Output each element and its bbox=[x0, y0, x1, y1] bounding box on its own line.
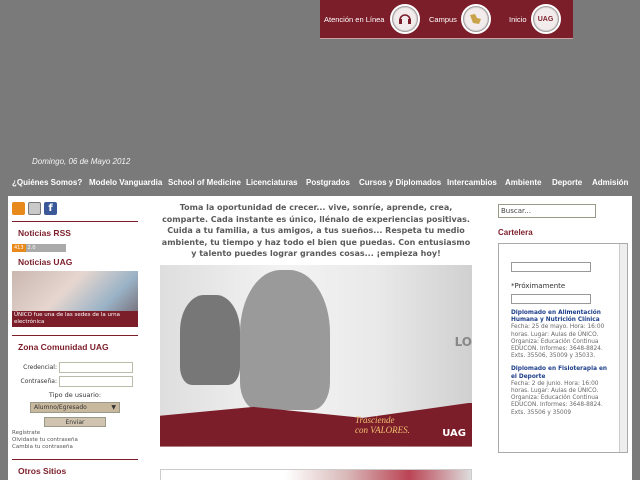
menu-ambiente[interactable]: Ambiente bbox=[505, 178, 541, 187]
facebook-icon[interactable]: f bbox=[44, 202, 57, 215]
inicio-link[interactable]: Inicio UAG bbox=[509, 4, 561, 34]
otros-sitios-title: Otros Sitios bbox=[18, 466, 67, 476]
event-title[interactable]: Diplomado en Fisioterapia en el Deporte bbox=[511, 366, 613, 380]
menu-cursos-diplomados[interactable]: Cursos y Diplomados bbox=[359, 178, 441, 187]
menu-modelo-vanguardia[interactable]: Modelo Vanguardia bbox=[89, 178, 162, 187]
chevron-down-icon: ▼ bbox=[111, 404, 116, 411]
cartelera-box: *Próximamente Diplomado en Alimentación … bbox=[498, 243, 628, 453]
divider bbox=[12, 459, 138, 460]
person-image bbox=[180, 294, 240, 385]
contrasena-input[interactable] bbox=[59, 376, 133, 387]
campus-link[interactable]: Campus bbox=[429, 4, 491, 34]
left-sidebar: f Noticias RSS 413 2.0 Noticias UAG ÚNIC… bbox=[12, 202, 138, 476]
event-body: Fecha: 2 de junio. Hora: 16:00 horas. Lu… bbox=[511, 380, 603, 416]
top-navigation-bar: Atención en Línea Campus Inicio UAG bbox=[320, 0, 573, 39]
credencial-input[interactable] bbox=[59, 362, 133, 373]
tipo-usuario-label: Tipo de usuario: bbox=[48, 391, 102, 399]
intro-text: Toma la oportunidad de crecer... vive, s… bbox=[161, 203, 471, 258]
tipo-usuario-select[interactable]: Alumno/Egresado ▼ bbox=[30, 402, 120, 413]
divider bbox=[12, 335, 138, 336]
atencion-en-linea-link[interactable]: Atención en Línea bbox=[324, 4, 421, 34]
menu-licenciaturas[interactable]: Licenciaturas bbox=[246, 178, 298, 187]
event-title[interactable]: Diplomado en Alimentación Humana y Nutri… bbox=[511, 310, 613, 324]
main-content: Toma la oportunidad de crecer... vive, s… bbox=[160, 202, 472, 480]
enviar-button[interactable]: Enviar bbox=[44, 417, 106, 427]
youtube-icon[interactable] bbox=[28, 202, 41, 215]
news-caption: ÚNICO fue una de las sedes de la urna el… bbox=[12, 311, 138, 327]
menu-school-of-medicine[interactable]: School of Medicine bbox=[168, 178, 241, 187]
main-menu: ¿Quiénes Somos? Modelo Vanguardia School… bbox=[0, 174, 640, 192]
current-date: Domingo, 06 de Mayo 2012 bbox=[32, 157, 131, 166]
social-icons: f bbox=[12, 202, 138, 215]
event-body: Fecha: 25 de mayo. Hora: 16:00 horas. Lu… bbox=[511, 324, 605, 360]
banner-tagline: Trasciende con VALORES. bbox=[355, 415, 410, 435]
rss-badge-left: 413 bbox=[12, 244, 26, 252]
rss-icon[interactable] bbox=[12, 202, 25, 215]
menu-quienes-somos[interactable]: ¿Quiénes Somos? bbox=[12, 178, 82, 187]
contrasena-label: Contraseña: bbox=[20, 378, 57, 385]
registrate-link[interactable]: Regístrate bbox=[12, 430, 138, 437]
menu-intercambios[interactable]: Intercambios bbox=[447, 178, 497, 187]
image-placeholder-icon bbox=[511, 294, 591, 304]
event-item[interactable]: Diplomado en Fisioterapia en el Deporte … bbox=[511, 366, 613, 416]
account-links: Regístrate Olvidaste tu contraseña Cambi… bbox=[12, 430, 138, 451]
right-sidebar: Buscar... Cartelera *Próximamente Diplom… bbox=[498, 204, 628, 453]
credencial-row: Credencial: bbox=[12, 362, 138, 373]
secondary-banner[interactable] bbox=[160, 468, 472, 480]
rss-badge-right: 2.0 bbox=[25, 244, 66, 252]
noticias-rss-title: Noticias RSS bbox=[18, 228, 71, 238]
news-image[interactable]: ÚNICO fue una de las sedes de la urna el… bbox=[12, 271, 138, 327]
atencion-label: Atención en Línea bbox=[324, 14, 385, 24]
cartelera-title: Cartelera bbox=[498, 228, 533, 237]
zona-comunidad-title: Zona Comunidad UAG bbox=[18, 342, 109, 352]
rss-feed-badge[interactable]: 413 2.0 bbox=[12, 244, 138, 252]
person-image bbox=[240, 269, 330, 410]
credencial-label: Credencial: bbox=[23, 364, 57, 371]
menu-postgrados[interactable]: Postgrados bbox=[306, 178, 350, 187]
noticias-uag-title: Noticias UAG bbox=[18, 257, 73, 267]
proximamente-label: *Próximamente bbox=[511, 282, 566, 290]
uag-logo: UAG bbox=[442, 427, 466, 439]
menu-admision[interactable]: Admisión bbox=[592, 178, 628, 187]
tagline-line-2: con VALORES. bbox=[355, 424, 410, 435]
headset-icon bbox=[390, 4, 421, 34]
event-item[interactable]: Diplomado en Alimentación Humana y Nutri… bbox=[511, 310, 613, 360]
banner-side-text: LO bbox=[454, 334, 472, 349]
olvidaste-link[interactable]: Olvidaste tu contraseña bbox=[12, 437, 138, 444]
menu-deporte[interactable]: Deporte bbox=[552, 178, 582, 187]
inicio-label: Inicio bbox=[509, 14, 527, 24]
cambia-link[interactable]: Cambia tu contraseña bbox=[12, 444, 138, 451]
scrollbar[interactable] bbox=[619, 244, 627, 452]
divider bbox=[12, 221, 138, 222]
image-placeholder-icon bbox=[511, 262, 591, 272]
search-input[interactable]: Buscar... bbox=[498, 204, 596, 218]
map-icon bbox=[460, 4, 491, 34]
contrasena-row: Contraseña: bbox=[12, 376, 138, 387]
uag-logo-icon: UAG bbox=[530, 4, 561, 34]
tagline-line-1: Trasciende bbox=[355, 414, 395, 425]
hero-banner[interactable]: Trasciende con VALORES. UAG LO bbox=[160, 264, 472, 447]
campus-label: Campus bbox=[429, 14, 457, 24]
content-area: f Noticias RSS 413 2.0 Noticias UAG ÚNIC… bbox=[8, 196, 632, 480]
tipo-usuario-value: Alumno/Egresado bbox=[34, 404, 87, 411]
